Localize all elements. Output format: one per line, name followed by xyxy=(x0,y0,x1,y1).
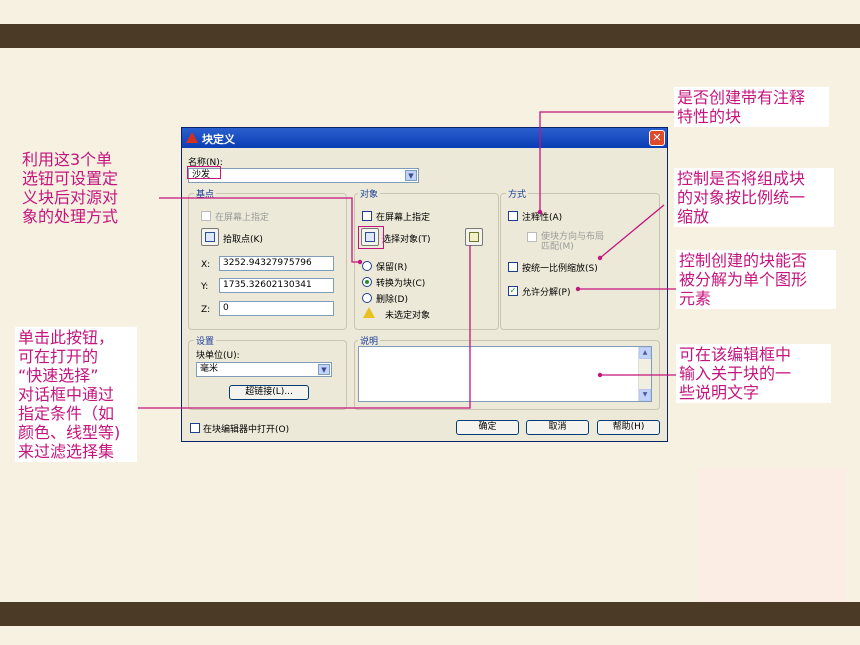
description-callout: 可在该编辑框中 输入关于块的一 些说明文字 xyxy=(676,344,831,403)
explode-callout-line: 被分解为单个图形 xyxy=(679,270,808,289)
explode-callout-line: 元素 xyxy=(679,289,712,308)
scale-callout-line: 的对象按比例统一 xyxy=(677,188,806,207)
scale-callout-line: 缩放 xyxy=(677,207,710,226)
quickselect-callout: 单击此按钮， 可在打开的 “快速选择” 对话框中通过 指定条件（如 颜色、线型等… xyxy=(15,327,137,462)
scale-callout: 控制是否将组成块 的对象按比例统一 缩放 xyxy=(674,168,834,227)
annotative-callout: 是否创建带有注释 特性的块 xyxy=(674,87,829,127)
description-callout-line: 输入关于块的一 xyxy=(679,364,792,383)
quickselect-callout-line: 指定条件（如 xyxy=(18,404,115,423)
quickselect-callout-line: 颜色、线型等) xyxy=(18,423,121,442)
radio-callout: 利用这3个单 选钮可设置定 义块后对源对 象的处理方式 xyxy=(22,150,162,226)
explode-callout-line: 控制创建的块能否 xyxy=(679,251,808,270)
quickselect-callout-line: 可在打开的 xyxy=(18,347,99,366)
radio-callout-line: 象的处理方式 xyxy=(22,207,119,226)
description-callout-line: 些说明文字 xyxy=(679,383,760,402)
annotative-callout-line: 是否创建带有注释 xyxy=(677,88,806,107)
quickselect-callout-line: 单击此按钮， xyxy=(18,328,115,347)
radio-callout-line: 选钮可设置定 xyxy=(22,169,119,188)
explode-callout: 控制创建的块能否 被分解为单个图形 元素 xyxy=(676,250,836,309)
scale-callout-line: 控制是否将组成块 xyxy=(677,169,806,188)
annotative-callout-line: 特性的块 xyxy=(677,107,742,126)
quickselect-callout-line: “快速选择” xyxy=(18,366,99,385)
quickselect-callout-line: 来过滤选择集 xyxy=(18,442,115,461)
quickselect-callout-line: 对话框中通过 xyxy=(18,385,115,404)
radio-callout-line: 利用这3个单 xyxy=(22,150,113,169)
description-callout-line: 可在该编辑框中 xyxy=(679,345,792,364)
radio-callout-line: 义块后对源对 xyxy=(22,188,119,207)
